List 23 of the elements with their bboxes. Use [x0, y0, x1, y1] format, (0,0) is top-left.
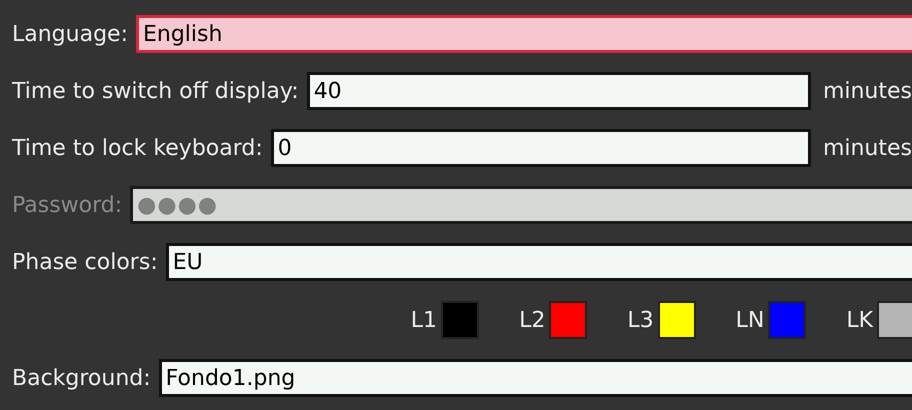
- field-label: Phase colors:: [12, 248, 158, 276]
- phase-label: LK: [846, 306, 873, 334]
- color-swatch[interactable]: [877, 301, 912, 339]
- unit-label: minutes: [822, 78, 912, 106]
- input-field[interactable]: 40: [306, 72, 811, 110]
- field-label: Time to switch off display:: [12, 78, 299, 106]
- input-field[interactable]: Fondo1.png: [158, 359, 912, 397]
- color-swatch[interactable]: [768, 301, 806, 339]
- input-field[interactable]: EU: [166, 243, 912, 281]
- input-field[interactable]: English: [136, 15, 912, 53]
- unit-label: minutes: [822, 134, 912, 162]
- phase-label: L1: [410, 306, 438, 334]
- field-label: Language:: [12, 20, 128, 48]
- field-label: Background:: [12, 364, 151, 392]
- color-swatch[interactable]: [658, 301, 696, 339]
- field-label: Time to lock keyboard:: [12, 134, 263, 162]
- phase-label: L3: [627, 306, 654, 334]
- input-field[interactable]: 0: [270, 129, 811, 167]
- field-label: Password:: [12, 192, 122, 220]
- color-swatch[interactable]: [549, 301, 588, 339]
- color-swatch[interactable]: [441, 301, 480, 339]
- phase-label: L2: [519, 306, 546, 334]
- phase-label: LN: [736, 306, 764, 334]
